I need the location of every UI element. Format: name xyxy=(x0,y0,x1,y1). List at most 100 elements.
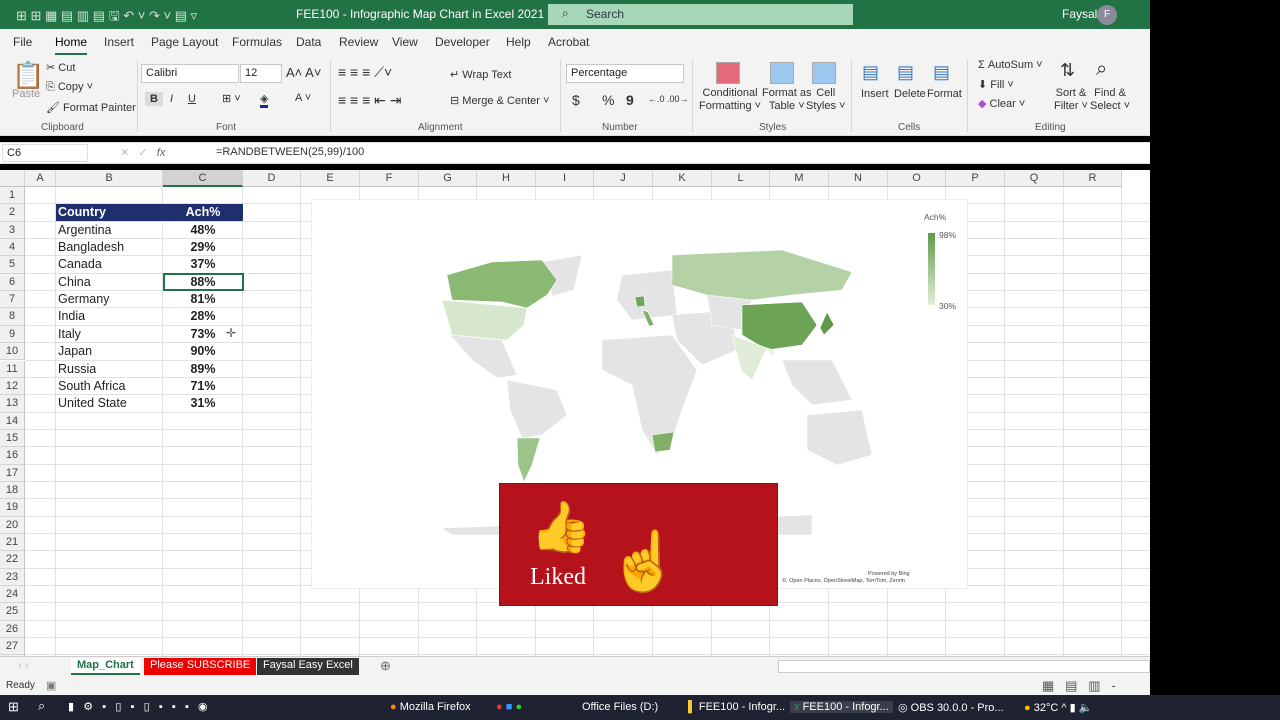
decimal-buttons[interactable]: ←.0 .00→ xyxy=(648,94,689,104)
cell-ach[interactable]: 29% xyxy=(163,239,243,256)
row-header-1[interactable]: 1 xyxy=(0,187,25,205)
user-name[interactable]: Faysal xyxy=(1062,7,1097,21)
borders-icon[interactable]: ⊞ ˅ xyxy=(222,92,241,105)
avatar[interactable]: F xyxy=(1097,5,1117,25)
windows-start-icon[interactable]: ⊞ xyxy=(8,699,19,715)
tab-data[interactable]: Data xyxy=(296,35,321,49)
row-header-7[interactable]: 7 xyxy=(0,291,25,309)
name-box[interactable]: C6 xyxy=(2,144,88,162)
font-color-icon[interactable]: A ˅ xyxy=(295,92,311,104)
cell-ach[interactable]: 28% xyxy=(163,308,243,325)
conditional-formatting-button[interactable]: Conditional Formatting ˅ xyxy=(699,87,761,113)
tab-view[interactable]: View xyxy=(392,35,418,49)
row-header-9[interactable]: 9 xyxy=(0,325,25,344)
column-header-b[interactable]: B xyxy=(56,170,163,187)
sort-filter-button[interactable]: Sort & Filter ˅ xyxy=(1054,87,1088,113)
column-header-i[interactable]: I xyxy=(536,170,594,187)
horizontal-scrollbar[interactable] xyxy=(778,660,1150,673)
pinned-app-icons[interactable]: ▮ ⚙ ▪ ▯ ▪ ▯ ▪ ▪ ▪ ◉ xyxy=(68,700,208,713)
cell-country[interactable]: South Africa xyxy=(58,378,125,395)
insert-cells-button[interactable]: Insert xyxy=(861,88,889,100)
row-header-21[interactable]: 21 xyxy=(0,534,25,552)
comma-button[interactable]: 9 xyxy=(626,92,634,108)
fill-color-icon[interactable]: ◈ xyxy=(260,92,269,108)
column-header-e[interactable]: E xyxy=(301,170,360,187)
row-header-22[interactable]: 22 xyxy=(0,551,25,569)
search-box[interactable]: ⌕ Search xyxy=(548,4,853,25)
font-size-dropdown[interactable]: 12 xyxy=(240,64,282,83)
taskbar-obs[interactable]: ◎ OBS 30.0.0 - Pro... xyxy=(898,701,1004,714)
taskbar-pdf[interactable]: ▌ FEE100 - Infogr... xyxy=(688,701,785,713)
active-cell-c6[interactable] xyxy=(163,272,244,292)
row-header-19[interactable]: 19 xyxy=(0,499,25,517)
view-buttons[interactable]: ▦ ▤ ▥ - xyxy=(1042,678,1116,694)
row-header-16[interactable]: 16 xyxy=(0,447,25,465)
cell-ach[interactable]: 48% xyxy=(163,222,243,239)
cell-ach[interactable]: 31% xyxy=(163,395,243,412)
cell-ach[interactable]: 90% xyxy=(163,343,243,360)
cell-country[interactable]: India xyxy=(58,308,85,325)
row-header-3[interactable]: 3 xyxy=(0,221,25,240)
row-header-14[interactable]: 14 xyxy=(0,412,25,430)
cell-ach[interactable]: 71% xyxy=(163,378,243,395)
row-header-13[interactable]: 13 xyxy=(0,395,25,413)
row-header-12[interactable]: 12 xyxy=(0,377,25,396)
row-header-11[interactable]: 11 xyxy=(0,360,25,378)
formula-input[interactable]: =RANDBETWEEN(25,99)/100 xyxy=(216,146,364,158)
taskbar-firefox[interactable]: ● Mozilla Firefox xyxy=(390,701,471,713)
column-header-o[interactable]: O xyxy=(888,170,946,187)
copy-button[interactable]: ⎘ Copy ˅ xyxy=(46,81,93,94)
cell-ach[interactable]: 81% xyxy=(163,291,243,308)
taskbar-excel[interactable]: x FEE100 - Infogr... xyxy=(790,701,893,713)
column-header-m[interactable]: M xyxy=(770,170,829,187)
bold-button[interactable]: B xyxy=(145,92,163,106)
format-as-table-button[interactable]: Format as Table ˅ xyxy=(762,87,812,113)
tab-insert[interactable]: Insert xyxy=(104,35,134,49)
clear-button[interactable]: ◆ Clear ˅ xyxy=(978,97,1025,110)
cell-country[interactable]: Germany xyxy=(58,291,109,308)
tab-help[interactable]: Help xyxy=(506,35,531,49)
column-header-p[interactable]: P xyxy=(946,170,1005,187)
weather[interactable]: ● 32°C ^ ▮ 🔈 xyxy=(1024,701,1092,714)
header-country[interactable]: Country xyxy=(58,204,106,221)
cell-country[interactable]: United State xyxy=(58,395,127,412)
row-header-4[interactable]: 4 xyxy=(0,239,25,257)
sheet-tab-faysal[interactable]: Faysal Easy Excel xyxy=(257,658,359,675)
column-header-n[interactable]: N xyxy=(829,170,888,187)
tab-home[interactable]: Home xyxy=(55,35,88,55)
tab-formulas[interactable]: Formulas xyxy=(232,35,282,49)
font-grow-shrink-buttons[interactable]: A˄ A˅ xyxy=(286,65,321,80)
taskbar-explorer[interactable]: Office Files (D:) xyxy=(582,701,658,713)
row-header-15[interactable]: 15 xyxy=(0,429,25,448)
format-painter-button[interactable]: 🖌 Format Painter xyxy=(46,101,136,114)
macro-record-icon[interactable]: ▣ xyxy=(46,679,56,692)
column-header-q[interactable]: Q xyxy=(1005,170,1064,187)
taskbar-pinned-2[interactable]: ● ■ ● xyxy=(496,701,522,713)
add-sheet-icon[interactable]: ⊕ xyxy=(380,658,391,674)
cell-country[interactable]: Japan xyxy=(58,343,92,360)
cell-country[interactable]: Canada xyxy=(58,256,102,273)
row-header-20[interactable]: 20 xyxy=(0,516,25,534)
row-header-18[interactable]: 18 xyxy=(0,481,25,500)
cut-button[interactable]: ✂ Cut xyxy=(46,61,75,74)
column-header-a[interactable]: A xyxy=(25,170,56,187)
cell-ach[interactable]: 89% xyxy=(163,361,243,378)
fill-button[interactable]: ⬇ Fill ˅ xyxy=(978,78,1014,91)
search-taskbar-icon[interactable]: ⌕ xyxy=(38,698,45,714)
row-header-26[interactable]: 26 xyxy=(0,620,25,639)
row-header-17[interactable]: 17 xyxy=(0,464,25,482)
cell-country[interactable]: China xyxy=(58,274,91,291)
column-header-c[interactable]: C xyxy=(163,170,243,187)
row-header-5[interactable]: 5 xyxy=(0,256,25,274)
currency-button[interactable]: $ xyxy=(572,92,580,108)
header-ach[interactable]: Ach% xyxy=(163,204,243,221)
row-header-6[interactable]: 6 xyxy=(0,273,25,292)
column-header-l[interactable]: L xyxy=(712,170,770,187)
autosum-button[interactable]: Σ AutoSum ˅ xyxy=(978,59,1043,71)
sheet-tab-map-chart[interactable]: Map_Chart xyxy=(71,658,140,675)
cell-country[interactable]: Argentina xyxy=(58,222,112,239)
vertical-align-icons[interactable]: ≡ ≡ ≡ ⟋˅ xyxy=(338,64,392,81)
sheet-tab-subscribe[interactable]: Please SUBSCRIBE xyxy=(144,658,257,675)
row-header-27[interactable]: 27 xyxy=(0,638,25,656)
row-header-8[interactable]: 8 xyxy=(0,308,25,326)
